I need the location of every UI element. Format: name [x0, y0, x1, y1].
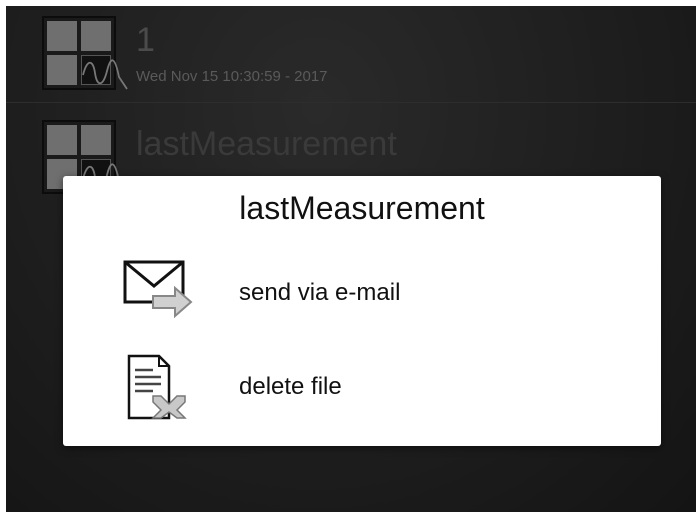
file-name: 1	[136, 21, 155, 59]
file-list-item[interactable]: 1 Wed Nov 15 10:30:59 - 2017	[6, 6, 696, 103]
delete-file-label: delete file	[239, 373, 342, 400]
file-options-dialog: lastMeasurement send via e-mail delete f…	[63, 176, 661, 446]
file-date: Wed Nov 15 10:30:59 - 2017	[136, 68, 328, 85]
send-email-option[interactable]: send via e-mail	[63, 252, 661, 332]
delete-file-icon	[127, 354, 187, 420]
email-send-icon	[123, 260, 193, 319]
dialog-title: lastMeasurement	[239, 190, 485, 226]
app-screen: 1 Wed Nov 15 10:30:59 - 2017 lastMeasure…	[6, 6, 696, 512]
file-name: lastMeasurement	[136, 125, 397, 163]
delete-file-option[interactable]: delete file	[63, 346, 661, 426]
send-email-label: send via e-mail	[239, 279, 401, 306]
measurement-thumbnail-icon	[42, 16, 128, 90]
